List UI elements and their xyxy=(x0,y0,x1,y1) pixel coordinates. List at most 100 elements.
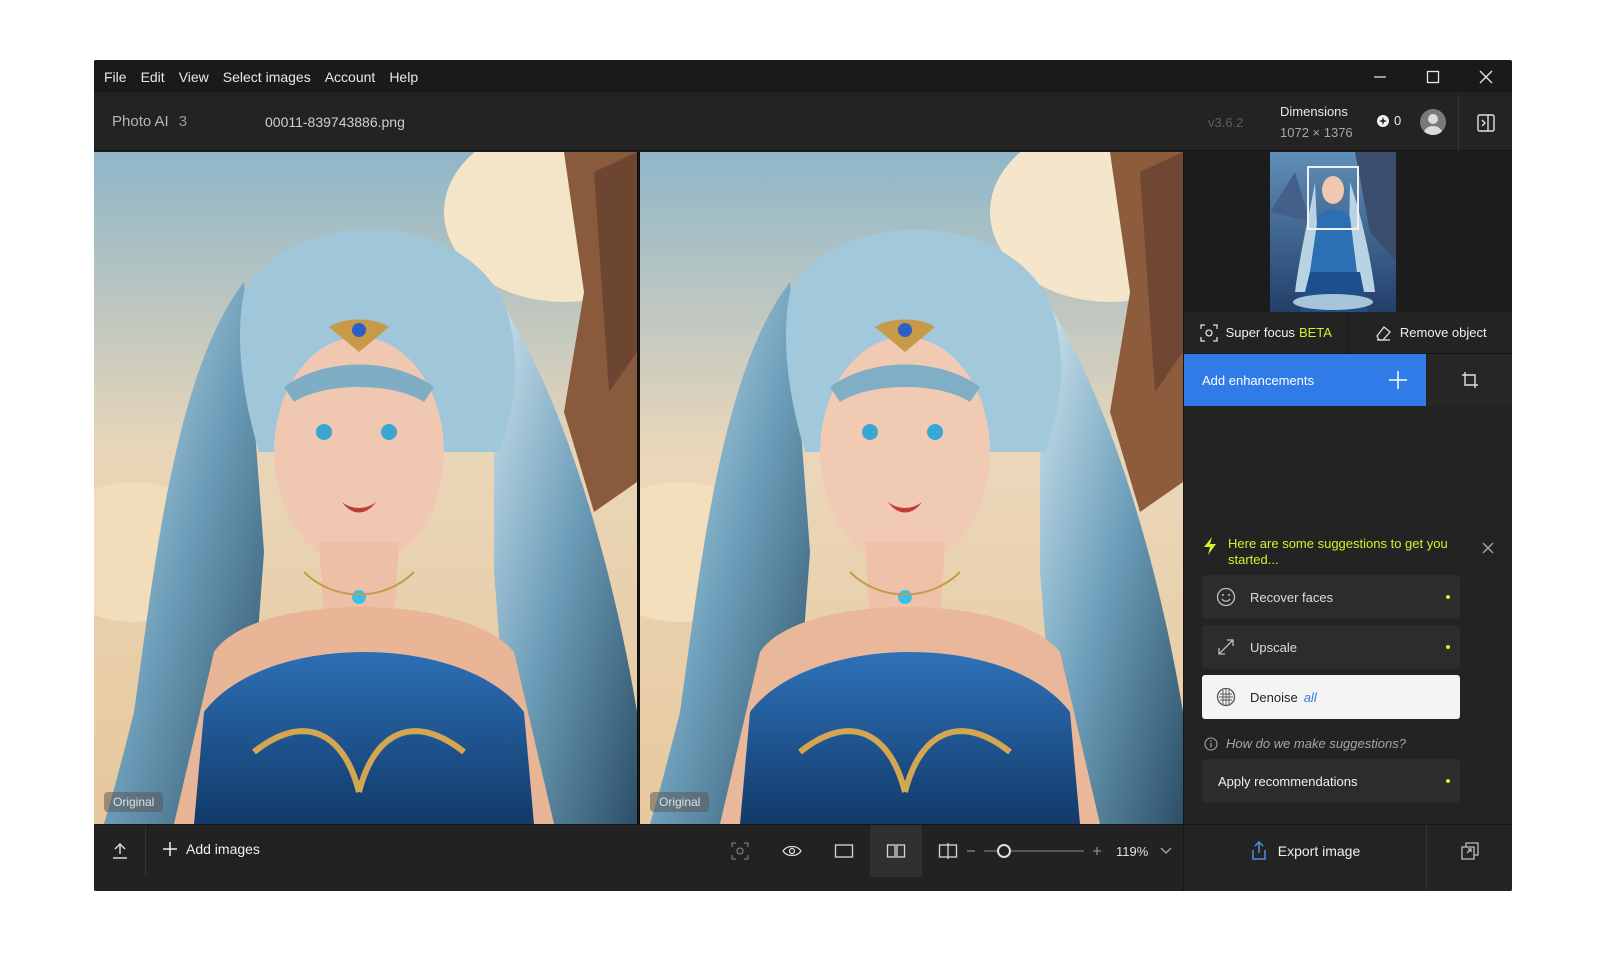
maximize-icon xyxy=(1426,70,1439,84)
toggle-panel-button[interactable] xyxy=(1458,95,1512,151)
add-enhancements-label: Add enhancements xyxy=(1202,372,1315,388)
suggestion-recover-faces[interactable]: Recover faces xyxy=(1202,575,1460,619)
export-icon xyxy=(1252,841,1266,860)
menu-account[interactable]: Account xyxy=(325,69,376,85)
dimensions-label: Dimensions xyxy=(1280,104,1348,119)
add-enhancements-button[interactable]: Add enhancements xyxy=(1184,354,1426,406)
zoom-control: 119% xyxy=(966,825,1172,877)
menu-bar: File Edit View Select images Account Hel… xyxy=(94,60,1512,94)
crop-button[interactable] xyxy=(1426,354,1512,406)
how-suggestions-link[interactable]: How do we make suggestions? xyxy=(1204,736,1406,751)
denoise-all-tag: all xyxy=(1303,689,1317,705)
denoise-icon xyxy=(1216,687,1236,707)
file-name: 00011-839743886.png xyxy=(265,114,405,130)
zoom-slider-handle[interactable] xyxy=(997,844,1011,858)
remove-object-button[interactable]: Remove object xyxy=(1347,312,1513,353)
credits-badge[interactable]: 0 xyxy=(1376,113,1401,128)
super-focus-label: Super focus xyxy=(1225,325,1295,340)
zoom-out-icon[interactable] xyxy=(966,846,976,856)
suggestions-header: Here are some suggestions to get you sta… xyxy=(1202,536,1502,568)
suggestions-text: Here are some suggestions to get you sta… xyxy=(1228,536,1448,567)
export-image-label: Export image xyxy=(1277,843,1361,859)
upload-button[interactable] xyxy=(94,825,146,877)
eraser-icon xyxy=(1376,325,1391,341)
credits-icon xyxy=(1377,114,1389,127)
lightning-icon xyxy=(1204,537,1216,555)
credits-count: 0 xyxy=(1394,113,1402,128)
panel-toggle-icon xyxy=(1476,114,1495,132)
suggestion-denoise[interactable]: Denoise all xyxy=(1202,675,1460,719)
avatar[interactable] xyxy=(1420,109,1446,135)
preview-image-pane[interactable]: Original xyxy=(640,152,1183,824)
maximize-button[interactable] xyxy=(1406,60,1459,94)
user-icon xyxy=(1424,114,1442,135)
navigator-thumbnail[interactable] xyxy=(1270,152,1396,312)
plus-icon xyxy=(163,842,177,856)
view-tools xyxy=(714,825,974,877)
plus-icon xyxy=(1389,371,1407,389)
minimize-icon xyxy=(1373,76,1386,78)
app-brand: Photo AI 3 xyxy=(112,113,187,130)
export-settings-button[interactable] xyxy=(1426,824,1512,891)
side-panel: Super focus BETA Remove object Add enhan… xyxy=(1183,152,1512,891)
add-images-button[interactable]: Add images xyxy=(162,841,260,857)
suggestion-dot xyxy=(1446,595,1450,599)
add-images-label: Add images xyxy=(186,841,260,857)
suggestion-dot xyxy=(1446,645,1450,649)
close-window-button[interactable] xyxy=(1459,60,1512,94)
zoom-in-icon[interactable] xyxy=(1092,846,1102,856)
brand-name: Photo AI xyxy=(112,113,169,130)
close-icon[interactable] xyxy=(1482,542,1494,554)
brand-version: 3 xyxy=(178,113,188,130)
side-by-side-view-button[interactable] xyxy=(870,825,922,877)
navigator xyxy=(1184,152,1512,312)
menu-help[interactable]: Help xyxy=(389,69,418,85)
original-image xyxy=(94,152,637,824)
original-image-pane[interactable]: Original xyxy=(94,152,637,824)
export-settings-icon xyxy=(1461,842,1479,860)
suggestion-upscale[interactable]: Upscale xyxy=(1202,625,1460,669)
chevron-down-icon[interactable] xyxy=(1160,847,1172,855)
preview-toggle-button[interactable] xyxy=(766,825,818,877)
export-image-button[interactable]: Export image xyxy=(1184,824,1426,891)
apply-dot xyxy=(1446,779,1450,783)
focus-view-button[interactable] xyxy=(714,825,766,877)
info-icon xyxy=(1204,736,1218,751)
zoom-slider[interactable] xyxy=(984,844,1084,858)
menu: File Edit View Select images Account Hel… xyxy=(104,60,432,94)
app-version: v3.6.2 xyxy=(1208,115,1244,130)
face-icon xyxy=(1216,587,1236,607)
window-controls xyxy=(1353,60,1512,94)
suggestion-label: Upscale xyxy=(1250,639,1297,655)
single-view-button[interactable] xyxy=(818,825,870,877)
zoom-percent[interactable]: 119% xyxy=(1116,844,1148,859)
dimensions-value: 1072 × 1376 xyxy=(1280,125,1353,140)
ai-tools-row: Super focus BETA Remove object xyxy=(1184,312,1512,354)
apply-recommendations-button[interactable]: Apply recommendations xyxy=(1202,759,1460,803)
upload-icon xyxy=(112,842,127,859)
original-label: Original xyxy=(104,792,164,812)
menu-view[interactable]: View xyxy=(179,69,209,85)
menu-edit[interactable]: Edit xyxy=(141,69,165,85)
split-view-icon xyxy=(938,843,958,859)
focus-icon xyxy=(1199,323,1218,342)
focus-icon xyxy=(731,842,749,860)
side-by-side-icon xyxy=(886,844,906,858)
beta-badge: BETA xyxy=(1298,325,1332,340)
eye-icon xyxy=(782,845,802,857)
upscale-icon xyxy=(1218,639,1234,655)
crop-icon xyxy=(1461,372,1478,388)
viewport-frame[interactable] xyxy=(1307,166,1359,230)
how-suggestions-text: How do we make suggestions? xyxy=(1226,736,1406,751)
bottom-toolbar: Add images 119% xyxy=(94,824,1183,891)
single-view-icon xyxy=(834,844,854,858)
preview-label: Original xyxy=(650,792,710,812)
minimize-button[interactable] xyxy=(1353,60,1406,94)
preview-image xyxy=(640,152,1183,824)
header: Photo AI 3 00011-839743886.png v3.6.2 Dim… xyxy=(94,95,1512,151)
close-icon xyxy=(1479,70,1492,84)
menu-file[interactable]: File xyxy=(104,69,127,85)
menu-select-images[interactable]: Select images xyxy=(223,69,311,85)
suggestion-label: Denoise xyxy=(1250,689,1298,705)
super-focus-button[interactable]: Super focus BETA xyxy=(1184,312,1348,353)
